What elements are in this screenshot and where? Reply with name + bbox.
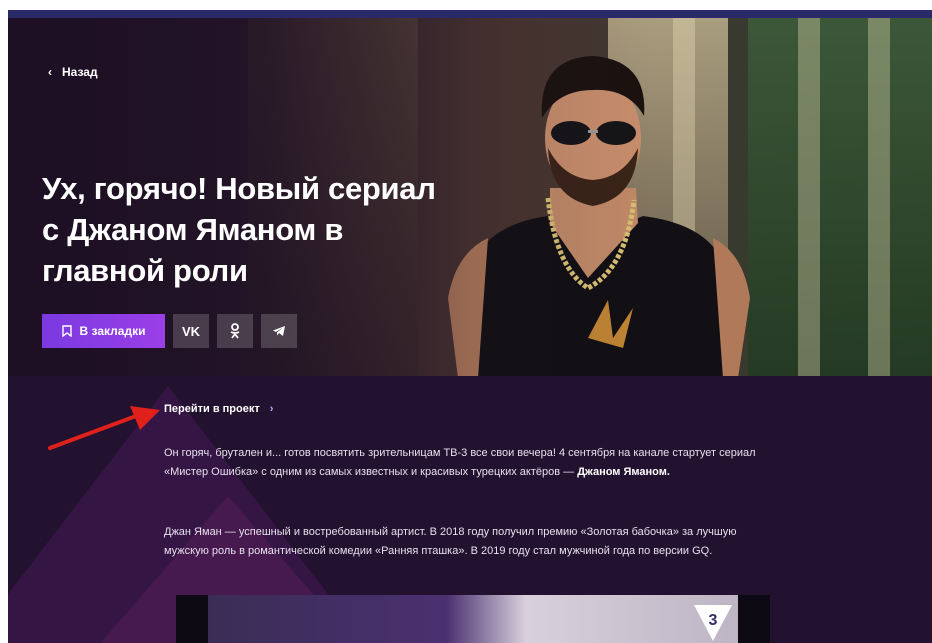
article-title: Ух, горячо! Новый сериал с Джаном Яманом… — [42, 168, 472, 291]
share-telegram-button[interactable] — [261, 314, 297, 348]
red-annotation-arrow-icon — [48, 406, 160, 450]
article-paragraph: Джан Яман — успешный и востребованный ар… — [164, 526, 737, 557]
video-preview — [208, 595, 738, 643]
back-link[interactable]: ‹ Назад — [48, 65, 98, 79]
bookmark-button[interactable]: В закладки — [42, 314, 165, 348]
article-title-line: с Джаном Яманом в — [42, 212, 344, 247]
actor-name-bold: Джаном Яманом. — [577, 466, 670, 478]
page-frame: ‹ Назад Ух, горячо! Новый сериал с Джано… — [8, 10, 932, 643]
go-to-project-link[interactable]: Перейти в проект › — [164, 403, 273, 415]
video-player[interactable]: 3 — [176, 595, 770, 643]
vk-icon: VK — [181, 323, 201, 339]
chevron-left-icon: ‹ — [48, 65, 52, 79]
article-paragraph: Он горяч, брутален и... готов посвятить … — [164, 444, 774, 482]
chevron-right-icon: › — [269, 403, 274, 415]
odnoklassniki-icon — [230, 323, 240, 339]
top-strip — [8, 10, 932, 18]
article-body: Перейти в проект › Он горяч, брутален и.… — [8, 376, 932, 643]
share-vk-button[interactable]: VK — [173, 314, 209, 348]
telegram-icon — [273, 326, 285, 336]
back-link-label: Назад — [62, 65, 98, 79]
tv3-logo-text: 3 — [709, 612, 718, 629]
go-to-project-label: Перейти в проект — [164, 403, 260, 415]
article-title-line: главной роли — [42, 253, 248, 288]
bookmark-icon — [61, 325, 72, 337]
article-title-line: Ух, горячо! Новый сериал — [42, 171, 436, 206]
share-ok-button[interactable] — [217, 314, 253, 348]
bookmark-button-label: В закладки — [79, 324, 146, 338]
hero-banner: ‹ Назад Ух, горячо! Новый сериал с Джано… — [8, 18, 932, 376]
tv3-logo-icon: 3 — [694, 605, 732, 641]
article-actions: В закладки VK — [42, 314, 297, 348]
